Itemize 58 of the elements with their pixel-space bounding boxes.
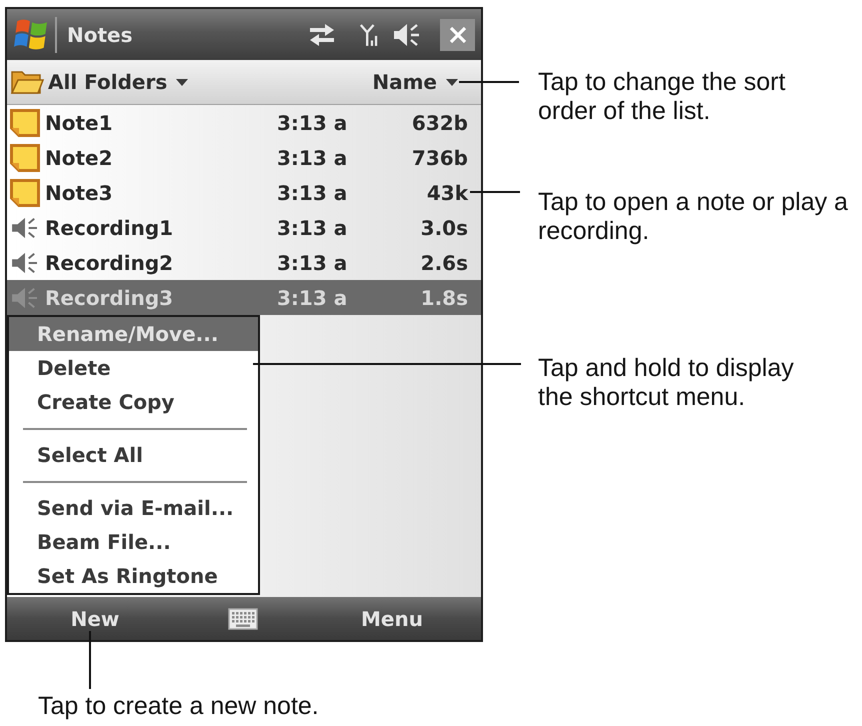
menu-item[interactable]: Select All xyxy=(9,438,258,472)
speaker-icon xyxy=(10,286,40,310)
menu-item[interactable]: Delete xyxy=(9,351,258,385)
file-time: 3:13 a xyxy=(277,180,348,204)
file-size: 1.8s xyxy=(420,286,468,310)
speaker-icon[interactable] xyxy=(392,22,422,46)
file-size: 632b xyxy=(410,110,468,134)
window-title: Notes xyxy=(67,22,133,46)
close-button[interactable] xyxy=(440,18,475,50)
caret-icon xyxy=(446,78,458,86)
menu-item[interactable]: Send via E-mail... xyxy=(9,491,258,525)
file-size: 43k xyxy=(426,180,468,204)
speaker-icon xyxy=(10,250,40,274)
file-time: 3:13 a xyxy=(277,286,348,310)
file-time: 3:13 a xyxy=(277,250,348,274)
sync-icon[interactable] xyxy=(307,22,337,46)
note-icon xyxy=(10,144,40,172)
file-name: Note1 xyxy=(45,110,114,134)
leader-line xyxy=(459,81,519,83)
file-row[interactable]: Recording1 3:13 a 3.0s xyxy=(7,210,481,245)
file-name: Note3 xyxy=(45,180,114,204)
keyboard-icon[interactable] xyxy=(228,608,258,630)
close-icon xyxy=(448,24,468,44)
file-name: Recording2 xyxy=(45,250,174,274)
file-size: 2.6s xyxy=(420,250,468,274)
menu-item[interactable]: Set As Ringtone xyxy=(9,559,258,593)
menu-button[interactable]: Menu xyxy=(361,606,423,630)
file-name: Note2 xyxy=(45,146,114,170)
menu-item[interactable]: Rename/Move... xyxy=(9,317,258,351)
file-name: Recording3 xyxy=(45,286,174,310)
new-button[interactable]: New xyxy=(70,606,120,630)
sort-dropdown[interactable]: Name xyxy=(372,70,458,94)
callout-text: Tap and hold to display the shortcut menu. xyxy=(538,354,794,412)
callout-text: Tap to change the sort order of the list. xyxy=(538,68,786,126)
file-row[interactable]: Note3 3:13 a 43k xyxy=(7,175,481,210)
note-icon xyxy=(10,108,40,136)
signal-icon[interactable] xyxy=(359,22,379,48)
file-name: Recording1 xyxy=(45,216,174,240)
caret-icon xyxy=(176,78,188,86)
menu-item[interactable]: Create Copy xyxy=(9,385,258,419)
file-row[interactable]: Note1 3:13 a 632b xyxy=(7,105,481,140)
file-row[interactable]: Recording3 3:13 a 1.8s xyxy=(7,280,481,315)
file-time: 3:13 a xyxy=(277,216,348,240)
file-row[interactable]: Note2 3:13 a 736b xyxy=(7,140,481,175)
note-icon xyxy=(10,178,40,206)
flag-icon[interactable] xyxy=(14,18,48,50)
file-time: 3:13 a xyxy=(277,146,348,170)
file-size: 3.0s xyxy=(420,216,468,240)
menu-item[interactable]: Beam File... xyxy=(9,525,258,559)
folder-dropdown[interactable]: All Folders xyxy=(10,68,188,96)
file-size: 736b xyxy=(410,146,468,170)
speaker-icon xyxy=(10,216,40,240)
leader-line xyxy=(89,631,91,689)
file-row[interactable]: Recording2 3:13 a 2.6s xyxy=(7,245,481,280)
leader-line xyxy=(470,191,520,193)
callout-text: Tap to open a note or play a recording. xyxy=(538,188,848,246)
callout-text: Tap to create a new note. xyxy=(38,692,319,721)
file-time: 3:13 a xyxy=(277,110,348,134)
